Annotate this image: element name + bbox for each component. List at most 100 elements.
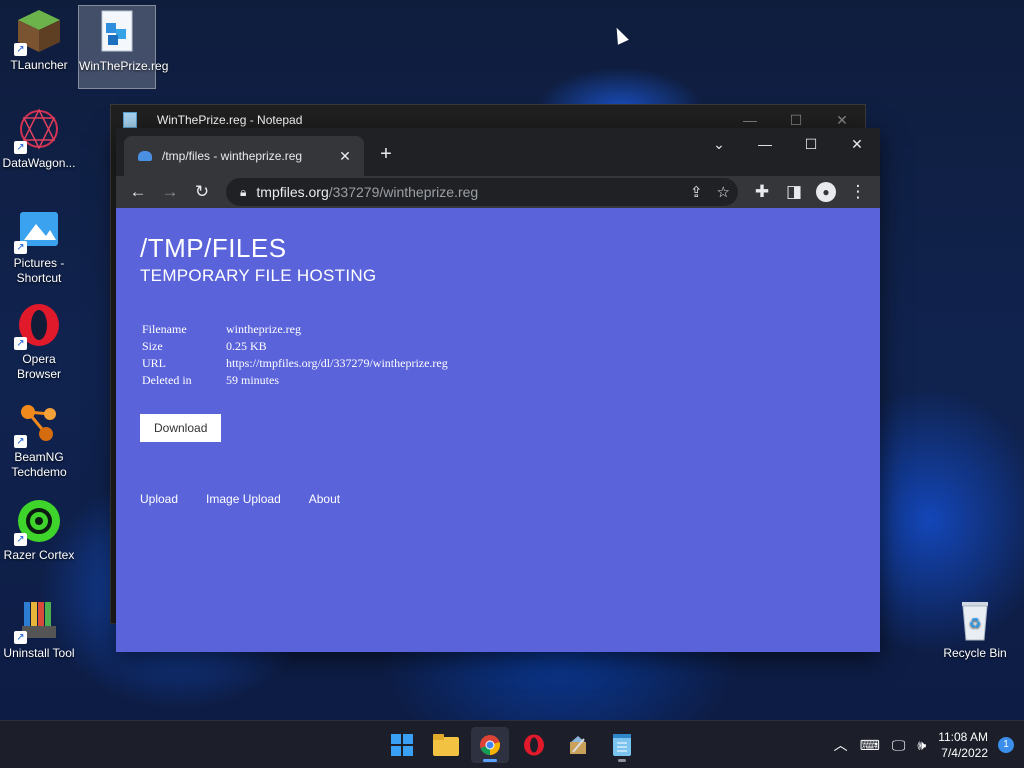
desktop-icon-wintheprize-reg[interactable]: WinThePrize.reg [78, 5, 169, 89]
desktop-icon-datawagon[interactable]: ↗ DataWagon... [0, 106, 78, 171]
tab-search-chevron-icon[interactable]: ⌄ [696, 128, 742, 160]
desktop-icon-label: Recycle Bin [943, 646, 1007, 660]
forward-arrow-icon[interactable]: → [154, 178, 186, 206]
url-host: tmpfiles.org [256, 184, 329, 200]
address-bar[interactable]: 🔒︎ tmpfiles.org/337279/wintheprize.reg ⇪… [226, 178, 738, 206]
browser-toolbar: ← → ↻ 🔒︎ tmpfiles.org/337279/wintheprize… [116, 176, 880, 208]
browser-tab[interactable]: /tmp/files - wintheprize.reg ✕ [124, 136, 364, 176]
desktop-icon-label: Opera Browser [16, 352, 61, 381]
close-icon[interactable]: ✕ [834, 128, 880, 160]
table-row: Size 0.25 KB [140, 339, 448, 356]
razer-cortex-icon: ↗ [14, 498, 62, 546]
upload-link[interactable]: Upload [140, 492, 178, 506]
table-row: URL https://tmpfiles.org/dl/337279/winthe… [140, 356, 448, 373]
info-value: https://tmpfiles.org/dl/337279/winthepri… [226, 356, 448, 370]
tab-close-icon[interactable]: ✕ [336, 148, 354, 165]
desktop-icon-beamng[interactable]: ↗ BeamNG Techdemo [0, 400, 78, 480]
info-key: Deleted in [142, 373, 192, 387]
pictures-folder-icon: ↗ [14, 206, 62, 254]
notepad-icon [123, 112, 137, 128]
page-subtitle: TEMPORARY FILE HOSTING [140, 266, 377, 285]
datawagon-logo-icon: ↗ [14, 106, 62, 154]
registry-file-icon [94, 9, 140, 55]
image-upload-link[interactable]: Image Upload [206, 492, 281, 506]
taskbar-opera[interactable] [515, 727, 553, 763]
table-row: Deleted in 59 minutes [140, 373, 448, 390]
info-key: Size [142, 339, 163, 353]
recycle-bin-icon: ♻ [952, 596, 998, 642]
desktop-icon-pictures-shortcut[interactable]: ↗ Pictures - Shortcut [0, 206, 78, 286]
taskbar-file-explorer[interactable] [427, 727, 465, 763]
taskbar-notepad[interactable] [603, 727, 641, 763]
desktop-icon-label: WinThePrize.reg [79, 59, 169, 73]
reload-icon[interactable]: ↻ [186, 178, 218, 206]
share-icon[interactable]: ⇪ [690, 183, 703, 201]
shortcut-arrow-icon: ↗ [14, 533, 27, 546]
shortcut-arrow-icon: ↗ [14, 141, 27, 154]
desktop-icon-tlauncher[interactable]: ↗ TLauncher [0, 8, 78, 73]
speaker-icon[interactable]: 🕪︎ [917, 737, 926, 754]
minimize-icon[interactable]: — [742, 128, 788, 160]
shortcut-arrow-icon: ↗ [14, 43, 27, 56]
shortcut-arrow-icon: ↗ [14, 337, 27, 350]
url-path: /337279/wintheprize.reg [328, 184, 479, 200]
desktop-icon-recycle-bin[interactable]: ♻ Recycle Bin [936, 596, 1014, 661]
notepad-title: WinThePrize.reg - Notepad [157, 113, 303, 127]
taskbar-app[interactable] [559, 727, 597, 763]
taskbar: ︿ ⌨ 🖵︎ 🕪︎ 11:08 AM 7/4/2022 1 [0, 720, 1024, 768]
folder-icon [433, 734, 459, 756]
download-button[interactable]: Download [140, 414, 222, 442]
maximize-icon[interactable]: ☐ [788, 128, 834, 160]
uninstall-tool-icon: ↗ [14, 596, 62, 644]
desktop-icon-label: BeamNG Techdemo [11, 450, 67, 479]
extensions-puzzle-icon[interactable]: ✚ [746, 178, 778, 206]
avatar: ● [816, 182, 836, 202]
footer-links: Upload Image Upload About [140, 492, 856, 506]
shortcut-arrow-icon: ↗ [14, 631, 27, 644]
taskbar-chrome[interactable] [471, 727, 509, 763]
desktop-icon-opera-browser[interactable]: ↗ Opera Browser [0, 302, 78, 382]
lock-icon[interactable]: 🔒︎ [240, 185, 246, 200]
about-link[interactable]: About [309, 492, 340, 506]
shortcut-arrow-icon: ↗ [14, 241, 27, 254]
info-key: URL [142, 356, 166, 370]
desktop-icon-label: Uninstall Tool [3, 646, 75, 660]
menu-kebab-icon[interactable]: ⋮ [842, 178, 874, 206]
table-row: Filename wintheprize.reg [140, 322, 448, 339]
minecraft-block-icon: ↗ [14, 8, 62, 56]
desktop-icon-label: Razer Cortex [3, 548, 75, 562]
chevron-up-icon[interactable]: ︿ [834, 735, 848, 755]
opera-logo-icon [524, 734, 544, 756]
profile-icon[interactable]: ● [810, 178, 842, 206]
back-arrow-icon[interactable]: ← [122, 178, 154, 206]
file-info-table: Filename wintheprize.reg Size 0.25 KB URL h… [140, 322, 448, 390]
clock[interactable]: 11:08 AM 7/4/2022 [938, 729, 988, 761]
chrome-logo-icon [480, 735, 500, 755]
start-button[interactable] [383, 727, 421, 763]
network-icon[interactable]: 🖵︎ [892, 737, 906, 754]
clock-date: 7/4/2022 [941, 746, 988, 760]
new-tab-icon[interactable]: + [374, 142, 398, 166]
svg-text:♻: ♻ [969, 616, 982, 632]
page-content: /TMP/FILES TEMPORARY FILE HOSTING Filena… [116, 208, 880, 652]
tab-title: /tmp/files - wintheprize.reg [162, 149, 303, 163]
desktop-icon-label: TLauncher [10, 58, 68, 72]
tab-strip: /tmp/files - wintheprize.reg ✕ + ⌄ — ☐ ✕ [116, 128, 880, 176]
system-tray: ︿ ⌨ 🖵︎ 🕪︎ 11:08 AM 7/4/2022 1 [828, 721, 1024, 768]
notification-badge[interactable]: 1 [998, 737, 1014, 753]
clock-time: 11:08 AM [938, 730, 988, 744]
bookmark-star-icon[interactable]: ☆ [717, 183, 730, 201]
side-panel-icon[interactable]: ◨ [778, 178, 810, 206]
desktop-icon-label: DataWagon... [2, 156, 76, 170]
beamng-logo-icon: ↗ [14, 400, 62, 448]
desktop-icon-razer-cortex[interactable]: ↗ Razer Cortex [0, 498, 78, 563]
desktop-icon-uninstall-tool[interactable]: ↗ Uninstall Tool [0, 596, 78, 661]
keyboard-icon[interactable]: ⌨ [860, 737, 880, 754]
info-key: Filename [142, 322, 187, 336]
info-value: wintheprize.reg [226, 322, 301, 336]
page-title: /TMP/FILES [140, 233, 287, 263]
chrome-window[interactable]: /tmp/files - wintheprize.reg ✕ + ⌄ — ☐ ✕… [116, 128, 880, 652]
cloud-favicon-icon [138, 151, 152, 161]
tools-app-icon [570, 736, 586, 754]
info-value: 0.25 KB [226, 339, 267, 353]
